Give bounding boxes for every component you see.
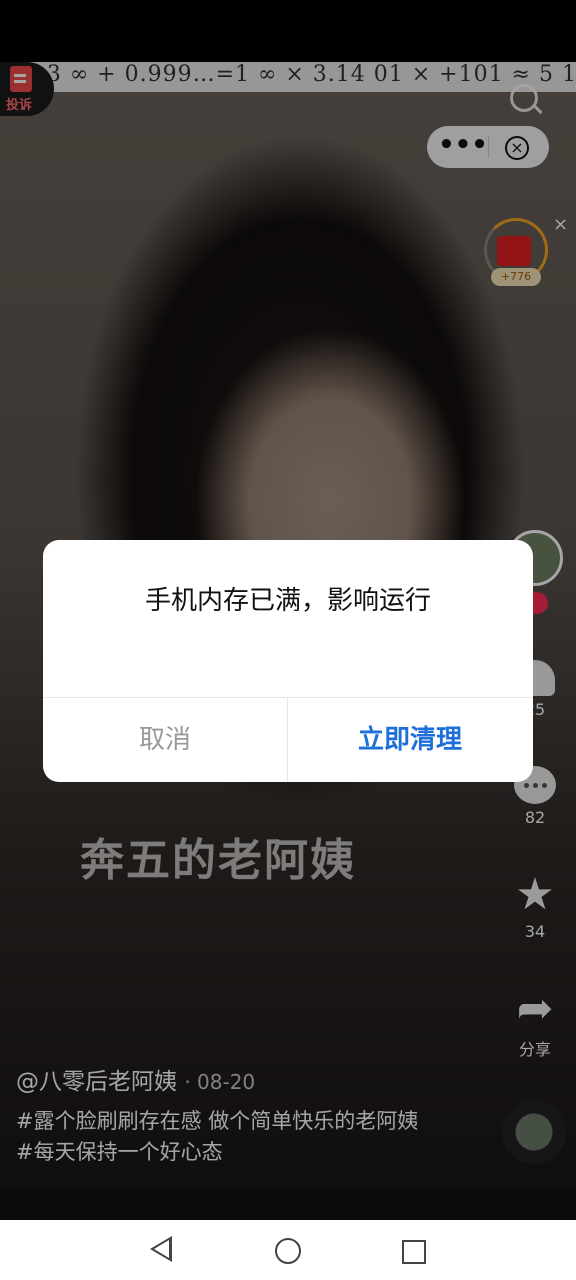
back-triangle-icon[interactable] <box>150 1236 172 1262</box>
clean-now-button[interactable]: 立即清理 <box>288 698 532 782</box>
dialog-message: 手机内存已满，影响运行 <box>144 586 431 616</box>
recent-apps-square-icon[interactable] <box>402 1240 426 1264</box>
storage-full-dialog: 手机内存已满，影响运行 取消 立即清理 <box>43 540 533 782</box>
cancel-button[interactable]: 取消 <box>43 698 287 782</box>
system-nav-bar <box>0 1220 576 1280</box>
home-circle-icon[interactable] <box>275 1238 301 1264</box>
